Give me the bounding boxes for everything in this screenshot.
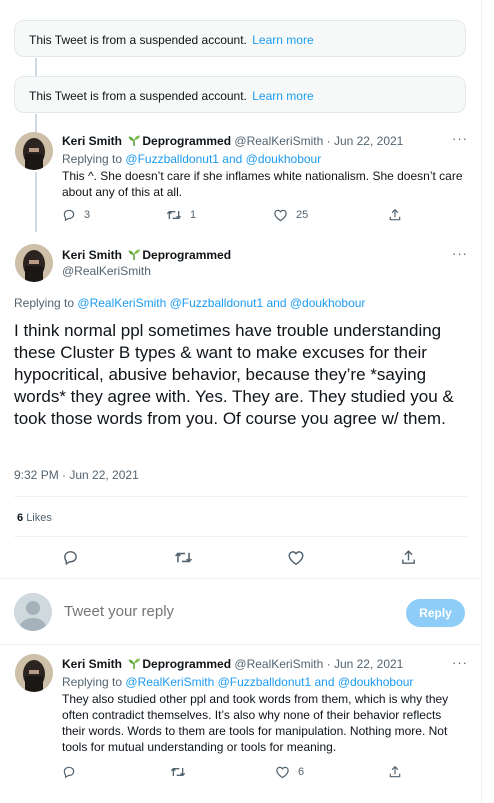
more-icon[interactable]: ··· bbox=[452, 655, 468, 670]
timeline: This Tweet is from a suspended account. … bbox=[0, 0, 482, 803]
retweet-icon bbox=[166, 208, 182, 222]
divider bbox=[14, 536, 468, 537]
tweet-actions bbox=[14, 549, 468, 567]
tweet-header: Keri Smith Deprogrammed @RealKeriSmith ·… bbox=[62, 134, 403, 150]
like-button[interactable]: 6 bbox=[275, 765, 304, 779]
suspended-text: This Tweet is from a suspended account. bbox=[29, 33, 247, 47]
tweet-header: Keri Smith Deprogrammed bbox=[62, 248, 231, 264]
tweet-timestamp[interactable]: 9:32 PM · Jun 22, 2021 bbox=[14, 468, 139, 482]
retweet-count: 1 bbox=[190, 209, 197, 221]
handle[interactable]: @RealKeriSmith bbox=[234, 657, 323, 671]
retweet-icon bbox=[170, 765, 186, 779]
replying-to: Replying to @RealKeriSmith @Fuzzballdonu… bbox=[14, 296, 365, 310]
likes-summary[interactable]: 6 Likes bbox=[17, 512, 52, 524]
tweet-text: I think normal ppl sometimes have troubl… bbox=[14, 321, 454, 428]
share-icon bbox=[400, 549, 417, 566]
replying-prefix: Replying to bbox=[14, 296, 75, 310]
replying-users[interactable]: @RealKeriSmith @Fuzzballdonut1 and @douk… bbox=[77, 296, 365, 310]
handle[interactable]: @RealKeriSmith bbox=[234, 134, 323, 148]
divider bbox=[0, 578, 482, 579]
likes-label: Likes bbox=[26, 512, 52, 524]
reply-icon bbox=[62, 765, 76, 779]
thread-line bbox=[35, 58, 37, 76]
replying-to: Replying to @RealKeriSmith @Fuzzballdonu… bbox=[62, 675, 413, 689]
default-avatar-icon bbox=[14, 593, 52, 631]
reply-button[interactable] bbox=[62, 549, 79, 566]
suspended-text: This Tweet is from a suspended account. bbox=[29, 89, 247, 103]
sprout-icon bbox=[127, 134, 141, 150]
divider bbox=[14, 496, 468, 497]
share-icon bbox=[388, 765, 402, 779]
display-name[interactable]: Keri Smith bbox=[62, 248, 122, 262]
tweet-actions: 6 bbox=[62, 765, 472, 783]
like-count: 6 bbox=[17, 512, 24, 524]
name-suffix: Deprogrammed bbox=[142, 134, 232, 148]
suspended-notice: This Tweet is from a suspended account. … bbox=[14, 20, 466, 57]
thread-line bbox=[35, 114, 37, 132]
like-button[interactable]: 25 bbox=[273, 208, 308, 222]
share-button[interactable] bbox=[400, 549, 417, 566]
avatar[interactable] bbox=[15, 132, 53, 170]
reply-count: 3 bbox=[84, 209, 91, 221]
name-suffix: Deprogrammed bbox=[142, 657, 232, 671]
suspended-notice: This Tweet is from a suspended account. … bbox=[14, 76, 466, 113]
replying-prefix: Replying to bbox=[62, 675, 123, 689]
avatar[interactable] bbox=[15, 244, 53, 282]
reply-icon bbox=[62, 549, 79, 566]
like-icon bbox=[287, 549, 305, 566]
reply-button[interactable] bbox=[62, 765, 76, 779]
divider bbox=[0, 644, 482, 645]
display-name[interactable]: Keri Smith bbox=[62, 134, 122, 148]
tweet-text: They also studied other ppl and took wor… bbox=[62, 692, 449, 754]
tweet-date[interactable]: Jun 22, 2021 bbox=[334, 657, 403, 671]
reply-button[interactable]: 3 bbox=[62, 208, 90, 222]
sprout-icon bbox=[127, 657, 141, 673]
like-count: 25 bbox=[296, 209, 309, 221]
replying-users[interactable]: @Fuzzballdonut1 and @doukhobour bbox=[125, 152, 321, 166]
learn-more-link[interactable]: Learn more bbox=[252, 89, 313, 103]
replying-users[interactable]: @RealKeriSmith @Fuzzballdonut1 and @douk… bbox=[125, 675, 413, 689]
learn-more-link[interactable]: Learn more bbox=[252, 33, 313, 47]
reply-submit-button[interactable]: Reply bbox=[406, 599, 465, 627]
separator: · bbox=[326, 657, 331, 671]
thread-line bbox=[35, 172, 37, 232]
handle[interactable]: @RealKeriSmith bbox=[62, 264, 151, 278]
more-icon[interactable]: ··· bbox=[452, 131, 468, 146]
replying-prefix: Replying to bbox=[62, 152, 123, 166]
more-icon[interactable]: ··· bbox=[452, 246, 468, 261]
like-button[interactable] bbox=[287, 549, 305, 566]
like-count: 6 bbox=[298, 766, 305, 778]
replying-to: Replying to @Fuzzballdonut1 and @doukhob… bbox=[62, 152, 321, 166]
share-icon bbox=[388, 208, 402, 222]
tweet-date[interactable]: Jun 22, 2021 bbox=[334, 134, 403, 148]
share-button[interactable] bbox=[388, 208, 402, 222]
sprout-icon bbox=[127, 248, 141, 264]
retweet-button[interactable] bbox=[170, 765, 186, 779]
tweet-text: This ^. She doesn’t care if she inflames… bbox=[62, 169, 463, 199]
retweet-icon bbox=[174, 549, 193, 566]
avatar[interactable] bbox=[15, 654, 53, 692]
like-icon bbox=[275, 765, 290, 779]
name-suffix: Deprogrammed bbox=[142, 248, 232, 262]
retweet-button[interactable]: 1 bbox=[166, 208, 196, 222]
reply-input[interactable] bbox=[64, 603, 384, 620]
reply-icon bbox=[62, 208, 76, 222]
share-button[interactable] bbox=[388, 765, 402, 779]
separator: · bbox=[326, 134, 331, 148]
like-icon bbox=[273, 208, 288, 222]
display-name[interactable]: Keri Smith bbox=[62, 657, 122, 671]
tweet-header: Keri Smith Deprogrammed @RealKeriSmith ·… bbox=[62, 657, 403, 673]
retweet-button[interactable] bbox=[174, 549, 193, 566]
tweet-actions: 3 1 25 bbox=[62, 208, 472, 226]
